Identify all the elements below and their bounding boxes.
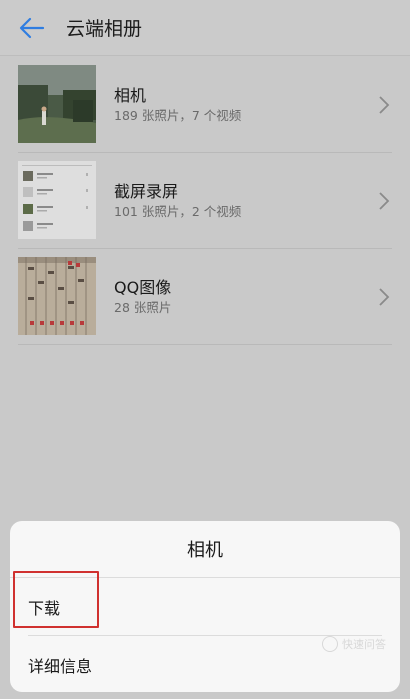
album-info: 相机 189 张照片，7 个视频	[114, 85, 241, 125]
chevron-right-icon	[379, 96, 390, 114]
album-thumbnail	[18, 257, 96, 335]
chevron-right-icon	[379, 288, 390, 306]
watermark: 快速问答	[322, 636, 386, 652]
album-count: 28 张照片	[114, 300, 172, 315]
album-thumbnail	[18, 65, 96, 143]
album-name: 截屏录屏	[114, 182, 179, 201]
album-item-qq-images[interactable]: QQ图像 28 张照片	[0, 249, 410, 345]
back-button[interactable]	[4, 0, 60, 56]
highlight-annotation	[13, 571, 99, 628]
arrow-left-icon	[19, 17, 45, 38]
chevron-right-icon	[379, 192, 390, 210]
album-info: 截屏录屏 101 张照片，2 个视频	[114, 181, 241, 221]
sheet-title: 相机	[187, 540, 223, 561]
watermark-text: 快速问答	[342, 638, 386, 651]
album-name: 相机	[114, 86, 147, 105]
album-item-camera[interactable]: 相机 189 张照片，7 个视频	[0, 57, 410, 153]
watermark-logo-icon	[322, 636, 338, 652]
album-info: QQ图像 28 张照片	[114, 277, 171, 317]
album-list: 相机 189 张照片，7 个视频 截屏录屏 101 张照片，2 个视频 QQ图像…	[0, 57, 410, 345]
album-item-screenshots[interactable]: 截屏录屏 101 张照片，2 个视频	[0, 153, 410, 249]
page-title: 云端相册	[66, 18, 143, 40]
album-count: 189 张照片，7 个视频	[114, 108, 242, 123]
album-name: QQ图像	[114, 278, 172, 297]
action-sheet: 相机 下载 详细信息 快速问答	[10, 521, 400, 692]
album-count: 101 张照片，2 个视频	[114, 204, 242, 219]
app-header: 云端相册	[0, 0, 410, 56]
row-divider	[18, 344, 392, 345]
album-thumbnail	[18, 161, 96, 239]
